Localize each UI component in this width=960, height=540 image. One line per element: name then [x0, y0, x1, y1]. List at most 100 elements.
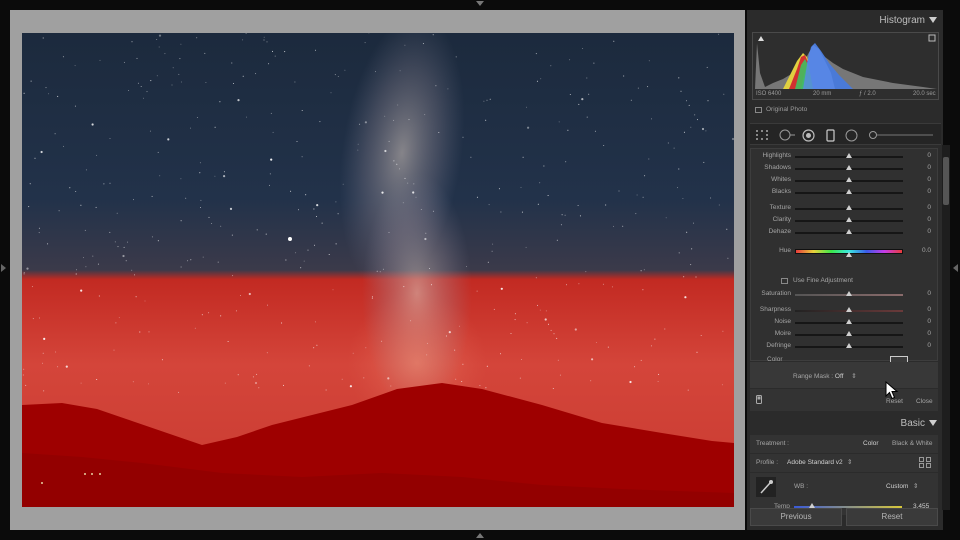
- graduated-filter-icon[interactable]: [826, 129, 836, 142]
- histogram-header[interactable]: Histogram: [747, 10, 943, 32]
- treatment-label: Treatment :: [756, 440, 789, 447]
- slider-thumb[interactable]: [846, 165, 852, 170]
- shutter-readout: 20.0 sec: [913, 91, 936, 97]
- slider-thumb[interactable]: [846, 217, 852, 222]
- slider-thumb[interactable]: [846, 189, 852, 194]
- slider-hue[interactable]: Hue 0.0: [751, 246, 939, 258]
- radial-filter-icon[interactable]: [845, 129, 858, 142]
- dropdown-arrows-icon[interactable]: ⇕: [913, 482, 918, 490]
- slider-highlights[interactable]: Highlights 0: [751, 151, 939, 163]
- profile-browser-grid-icon[interactable]: [919, 457, 931, 468]
- slider-thumb[interactable]: [846, 291, 852, 296]
- slider-thumb[interactable]: [846, 229, 852, 234]
- red-eye-icon[interactable]: [802, 129, 815, 142]
- profile-row: Profile : Adobe Standard v2 ⇕: [750, 454, 938, 472]
- bottom-panel-toggle-icon[interactable]: [476, 533, 484, 538]
- slider-thumb[interactable]: [846, 307, 852, 312]
- histogram-graph[interactable]: [752, 32, 939, 100]
- checkbox-icon[interactable]: [781, 277, 788, 284]
- slider-thumb[interactable]: [846, 177, 852, 182]
- adjustment-brush-slider[interactable]: [867, 129, 935, 141]
- slider-value[interactable]: 0: [927, 176, 931, 183]
- slider-thumb[interactable]: [846, 205, 852, 210]
- slider-label: Clarity: [772, 216, 791, 223]
- slider-label: Texture: [769, 204, 791, 211]
- slider-label: Shadows: [764, 164, 791, 171]
- develop-right-panel: Histogram ISO 6400 20 mm ƒ / 2.0 20.0 se…: [747, 10, 943, 530]
- mouse-cursor-icon: [885, 381, 899, 400]
- basic-header[interactable]: Basic: [747, 413, 943, 435]
- treatment-color-option[interactable]: Color: [863, 440, 879, 447]
- slider-label: Moire: [774, 330, 791, 337]
- range-mask-label: Range Mask :: [793, 373, 834, 380]
- photo-preview[interactable]: [22, 33, 734, 507]
- slider-label: Whites: [771, 176, 791, 183]
- slider-thumb[interactable]: [846, 153, 852, 158]
- slider-value[interactable]: 0: [927, 342, 931, 349]
- scrollbar-thumb[interactable]: [943, 157, 949, 205]
- slider-whites[interactable]: Whites 0: [751, 175, 939, 187]
- slider-thumb[interactable]: [846, 331, 852, 336]
- slider-noise[interactable]: Noise 0: [751, 317, 939, 329]
- slider-label: Saturation: [761, 290, 791, 297]
- white-balance-eyedropper-icon[interactable]: [756, 477, 776, 497]
- slider-clarity[interactable]: Clarity 0: [751, 215, 939, 227]
- fine-adjustment-label: Use Fine Adjustment: [793, 277, 853, 284]
- slider-label: Hue: [779, 247, 791, 254]
- collapse-triangle-icon[interactable]: [929, 17, 937, 23]
- slider-label: Noise: [774, 318, 791, 325]
- checkbox-icon[interactable]: [755, 106, 762, 113]
- slider-texture[interactable]: Texture 0: [751, 203, 939, 215]
- top-panel-toggle-icon[interactable]: [476, 1, 484, 6]
- original-photo-label: Original Photo: [766, 106, 808, 113]
- range-mask-value[interactable]: Off: [835, 373, 844, 380]
- aperture-readout: ƒ / 2.0: [859, 91, 876, 97]
- slider-sharpness[interactable]: Sharpness 0: [751, 305, 939, 317]
- slider-value[interactable]: 0: [927, 228, 931, 235]
- histogram-title: Histogram: [879, 15, 925, 26]
- slider-value[interactable]: 0: [927, 290, 931, 297]
- slider-blacks[interactable]: Blacks 0: [751, 187, 939, 199]
- slider-saturation[interactable]: Saturation 0: [751, 289, 939, 301]
- crop-grid-icon[interactable]: [755, 129, 769, 141]
- reset-button[interactable]: Reset: [846, 508, 938, 526]
- fine-adjustment-toggle[interactable]: Use Fine Adjustment: [781, 277, 853, 284]
- slider-defringe[interactable]: Defringe 0: [751, 341, 939, 353]
- spot-removal-icon[interactable]: [778, 129, 796, 141]
- tool-strip: [750, 123, 941, 145]
- slider-thumb[interactable]: [846, 319, 852, 324]
- slider-value[interactable]: 0: [927, 330, 931, 337]
- iso-readout: ISO 6400: [756, 91, 782, 97]
- collapse-triangle-icon[interactable]: [929, 420, 937, 426]
- dropdown-arrows-icon[interactable]: ⇕: [847, 458, 852, 466]
- slider-value[interactable]: 0: [927, 306, 931, 313]
- slider-moire[interactable]: Moire 0: [751, 329, 939, 341]
- mask-footer-bar: Reset Close: [750, 389, 938, 411]
- range-mask-control[interactable]: Range Mask : Off ⇕: [793, 372, 857, 380]
- slider-value[interactable]: 0: [927, 188, 931, 195]
- profile-dropdown[interactable]: Adobe Standard v2: [787, 459, 843, 466]
- slider-value[interactable]: 0: [927, 204, 931, 211]
- wb-preset-dropdown[interactable]: Custom: [886, 483, 908, 490]
- slider-dehaze[interactable]: Dehaze 0: [751, 227, 939, 239]
- right-panel-toggle-icon[interactable]: [953, 264, 958, 272]
- slider-value[interactable]: 0: [927, 152, 931, 159]
- slider-value[interactable]: 0: [927, 164, 931, 171]
- treatment-bw-option[interactable]: Black & White: [892, 440, 932, 447]
- left-panel-toggle-icon[interactable]: [1, 264, 6, 272]
- previous-button[interactable]: Previous: [750, 508, 842, 526]
- slider-shadows[interactable]: Shadows 0: [751, 163, 939, 175]
- image-canvas[interactable]: [10, 10, 745, 530]
- slider-label: Dehaze: [768, 228, 791, 235]
- slider-thumb[interactable]: [846, 252, 852, 257]
- slider-value[interactable]: 0.0: [922, 247, 931, 254]
- mask-toggle-switch-icon[interactable]: [756, 395, 762, 406]
- mask-close-button[interactable]: Close: [916, 398, 933, 405]
- slider-thumb[interactable]: [846, 343, 852, 348]
- dropdown-arrows-icon[interactable]: ⇕: [851, 373, 856, 380]
- slider-value[interactable]: 0: [927, 216, 931, 223]
- panel-scrollbar[interactable]: [942, 145, 950, 510]
- original-photo-toggle[interactable]: Original Photo: [755, 106, 807, 113]
- range-mask-row[interactable]: Range Mask : Off ⇕: [750, 362, 938, 388]
- slider-value[interactable]: 0: [927, 318, 931, 325]
